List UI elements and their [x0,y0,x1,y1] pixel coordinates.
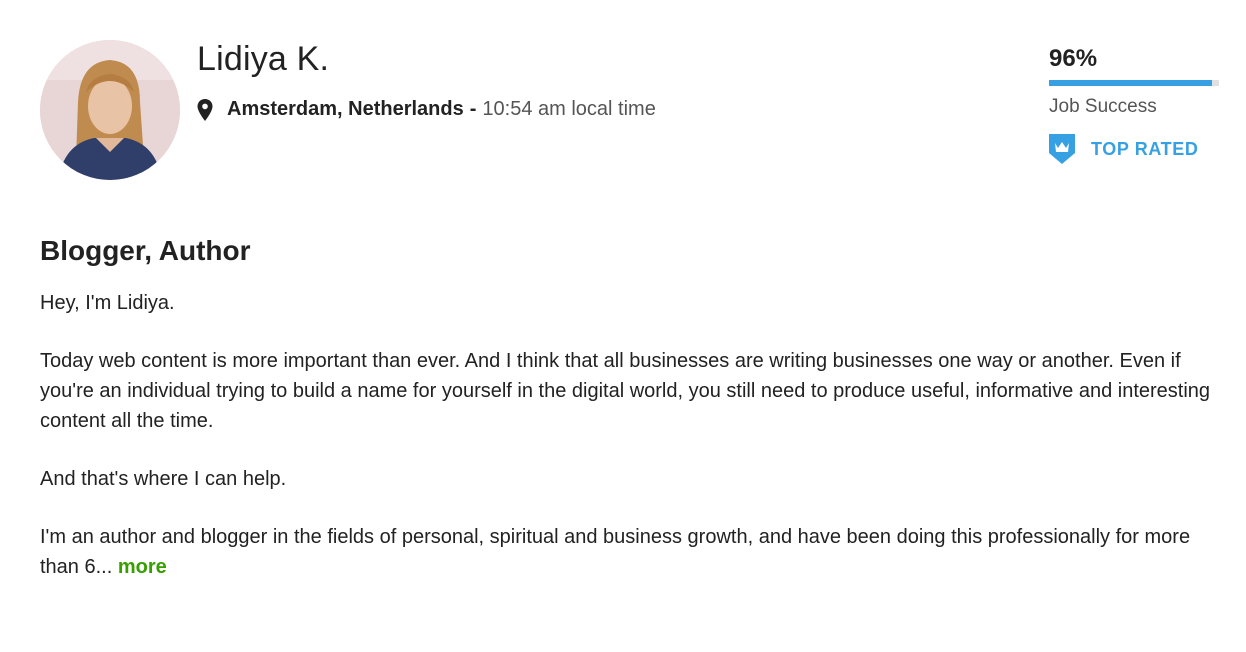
profile-overview: Blogger, Author Hey, I'm Lidiya. Today w… [40,232,1225,582]
avatar [40,40,180,180]
local-time: 10:54 am local time [482,98,656,120]
avatar-photo [40,40,180,180]
top-rated-badge: TOP RATED [1049,134,1221,164]
overview-paragraph-1: Today web content is more important than… [40,350,1211,432]
location-separator: - [469,98,477,120]
location-row: Amsterdam, Netherlands - 10:54 am local … [197,98,656,121]
job-success-panel: 96% Job Success TOP RATED [1049,44,1221,164]
job-success-bar [1049,80,1219,86]
more-link[interactable]: more [118,556,167,578]
overview-paragraph-2: And that's where I can help. [40,468,287,490]
overview-paragraph-3-text: I'm an author and blogger in the fields … [40,526,1191,578]
overview-intro: Hey, I'm Lidiya. [40,292,175,314]
freelancer-name: Lidiya K. [197,40,330,78]
job-success-label: Job Success [1049,96,1157,117]
overview-paragraph-3: I'm an author and blogger in the fields … [40,522,1225,582]
job-success-percent: 96% [1049,45,1098,72]
top-rated-label: TOP RATED [1091,138,1199,159]
profile-title: Blogger, Author [40,235,251,266]
location-city: Amsterdam, Netherlands [227,98,464,120]
location-pin-icon [197,98,213,121]
top-rated-badge-icon [1049,134,1075,164]
job-success-bar-fill [1049,80,1213,86]
